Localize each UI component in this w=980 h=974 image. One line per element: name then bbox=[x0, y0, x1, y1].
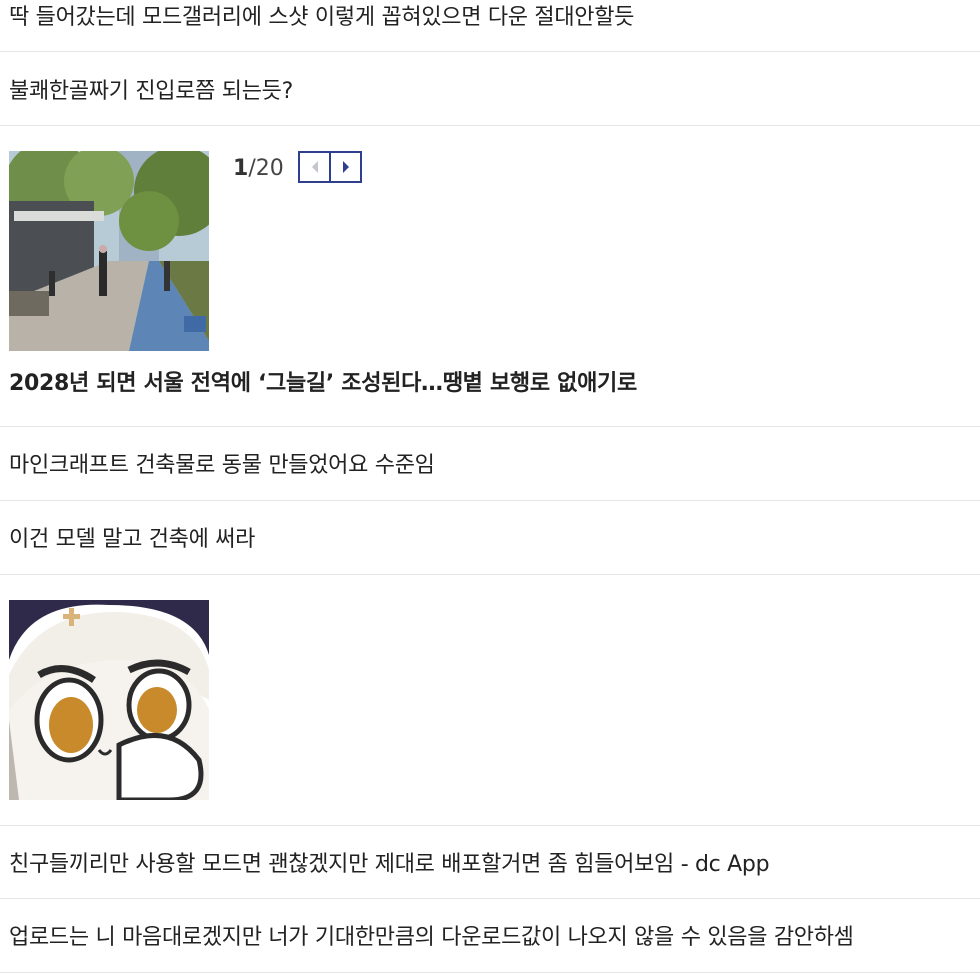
comment-text: 친구들끼리만 사용할 모드면 괜찮겠지만 제대로 배포할거면 좀 힘들어보임 -… bbox=[9, 852, 770, 877]
comment-text: 이건 모델 말고 건축에 써라 bbox=[9, 527, 256, 552]
divider bbox=[0, 500, 980, 501]
next-button[interactable] bbox=[329, 153, 360, 181]
gallery-counter: 1/20 bbox=[233, 155, 284, 183]
chevron-left-icon bbox=[311, 161, 318, 173]
street-photo-image bbox=[9, 151, 209, 351]
chibi-sticker-image bbox=[9, 600, 209, 800]
post-title[interactable]: 2028년 되면 서울 전역에 ‘그늘길’ 조성된다…땡볕 보행로 없애기로 bbox=[9, 370, 637, 398]
comment-text: 업로드는 니 마음대로겠지만 너가 기대한만큼의 다운로드값이 나오지 않을 수… bbox=[9, 925, 854, 950]
divider bbox=[0, 825, 980, 826]
divider bbox=[0, 426, 980, 427]
gallery-current: 1 bbox=[233, 156, 249, 181]
divider bbox=[0, 574, 980, 575]
comment-text: 딱 들어갔는데 모드갤러리에 스샷 이렇게 꼽혀있으면 다운 절대안할듯 bbox=[9, 5, 635, 30]
comment-text: 마인크래프트 건축물로 동물 만들었어요 수준임 bbox=[9, 453, 435, 478]
sticker-image[interactable] bbox=[9, 600, 209, 800]
divider bbox=[0, 125, 980, 126]
street-photo-thumbnail[interactable] bbox=[9, 151, 209, 351]
divider bbox=[0, 898, 980, 899]
divider bbox=[0, 51, 980, 52]
prev-button[interactable] bbox=[300, 153, 329, 181]
comment-text: 불쾌한골짜기 진입로쯤 되는듯? bbox=[9, 79, 293, 104]
divider bbox=[0, 972, 980, 973]
chevron-right-icon bbox=[342, 161, 349, 173]
gallery-pager bbox=[298, 151, 362, 183]
gallery-total: /20 bbox=[248, 156, 284, 181]
